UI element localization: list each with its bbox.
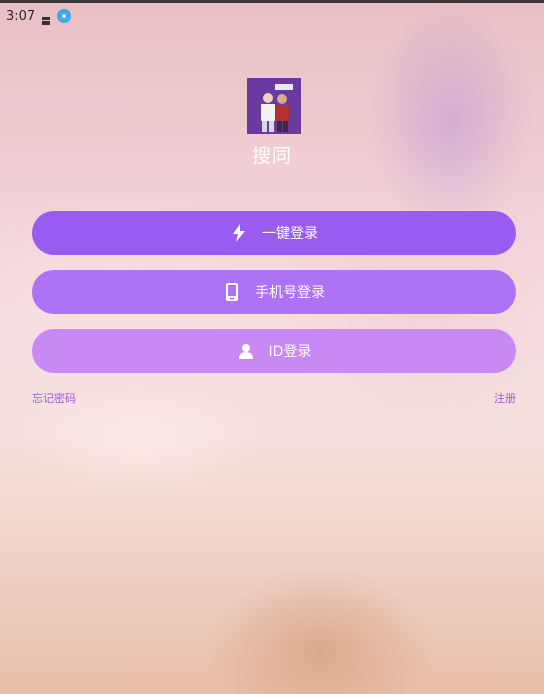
app-logo — [247, 78, 301, 134]
app-name: 搜同 — [251, 145, 292, 167]
user-icon — [237, 342, 255, 360]
phone-login-label: 手机号登录 — [255, 285, 325, 301]
status-time: 3:07 — [6, 8, 36, 24]
forgot-password-link[interactable]: 忘记密码 — [32, 390, 76, 406]
app-status-icon — [57, 9, 72, 23]
one-click-login-label: 一键登录 — [262, 226, 318, 242]
id-login-label: ID登录 — [268, 344, 312, 360]
register-link[interactable]: 注册 — [494, 390, 516, 406]
phone-icon — [223, 283, 241, 301]
lightning-icon — [230, 224, 248, 242]
status-bar: 3:07 — [0, 3, 544, 29]
phone-login-button[interactable]: 手机号登录 — [32, 270, 516, 314]
one-click-login-button[interactable]: 一键登录 — [32, 211, 516, 255]
notification-icon — [41, 11, 51, 25]
id-login-button[interactable]: ID登录 — [32, 329, 516, 373]
